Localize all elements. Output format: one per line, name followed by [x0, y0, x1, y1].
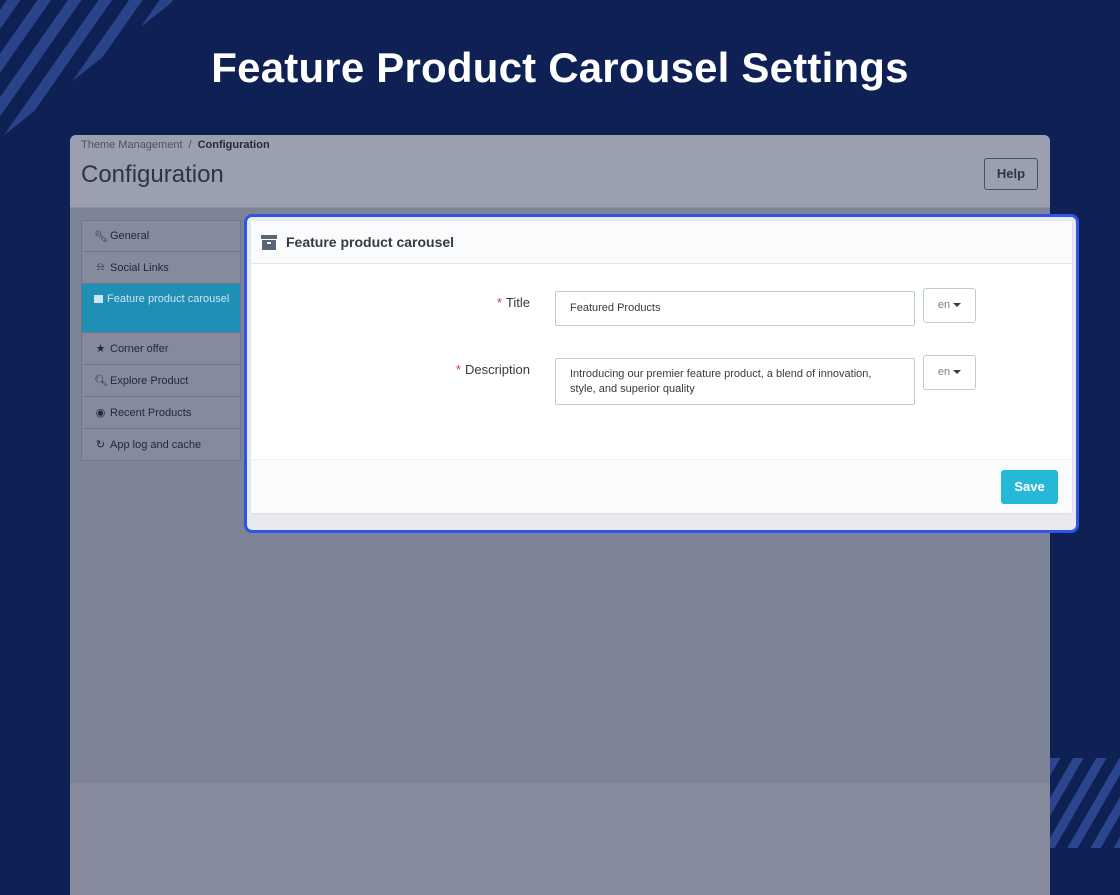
- panel-title: Feature product carousel: [286, 234, 455, 250]
- help-button[interactable]: Help: [984, 158, 1038, 190]
- search-icon: 🔍︎: [94, 375, 108, 387]
- bell-icon: ⍾: [96, 261, 105, 273]
- decorative-stripes-bottom-right: [1050, 758, 1120, 848]
- page-title: Configuration: [81, 161, 224, 188]
- title-language-value: en: [937, 299, 951, 311]
- sidebar-item-label: Recent Products: [110, 406, 192, 419]
- panel-footer: Save: [251, 459, 1072, 513]
- description-language-dropdown[interactable]: en: [923, 355, 976, 390]
- description-language-value: en: [937, 366, 951, 378]
- title-label: * Title: [330, 295, 530, 310]
- title-input[interactable]: Featured Products: [555, 291, 915, 326]
- star-icon: ★: [95, 343, 106, 355]
- sidebar-item-general[interactable]: 🔧︎ General: [81, 220, 241, 252]
- sidebar-item-label: Corner offer: [110, 342, 169, 355]
- caret-down-icon: [953, 303, 962, 308]
- admin-header: Theme Management / Configuration Configura…: [70, 135, 1050, 208]
- breadcrumb: Theme Management / Configuration: [81, 139, 270, 151]
- breadcrumb-parent[interactable]: Theme Management: [81, 139, 183, 151]
- description-label: * Description: [330, 362, 530, 377]
- required-mark: *: [455, 362, 461, 377]
- description-textarea-value: Introducing our premier feature product,…: [570, 368, 872, 395]
- title-input-value: Featured Products: [570, 302, 661, 314]
- sidebar-item-label: App log and cache: [110, 438, 202, 451]
- feature-carousel-panel: Feature product carousel * Title Featured…: [251, 221, 1072, 513]
- breadcrumb-separator: /: [188, 139, 192, 151]
- save-button[interactable]: Save: [1001, 470, 1058, 504]
- title-label-text: Title: [505, 295, 530, 310]
- sidebar-item-feature-product-carousel[interactable]: Feature product carousel: [81, 284, 241, 333]
- eye-icon: ◉: [95, 407, 106, 419]
- sidebar-item-explore-product[interactable]: 🔍︎ Explore Product: [81, 365, 241, 397]
- sidebar-item-label: Feature product carousel: [107, 293, 230, 305]
- sidebar-item-corner-offer[interactable]: ★ Corner offer: [81, 333, 241, 365]
- required-mark: *: [496, 295, 502, 310]
- sidebar-item-recent-products[interactable]: ◉ Recent Products: [81, 397, 241, 429]
- wrench-icon: 🔧︎: [94, 230, 108, 243]
- sidebar-item-active-content: Feature product carousel: [94, 292, 229, 307]
- description-label-text: Description: [464, 362, 530, 377]
- sidebar-item-app-log-and-cache[interactable]: ↻ App log and cache: [81, 429, 241, 461]
- archive-icon: [261, 234, 277, 250]
- sidebar-item-label: Social Links: [110, 261, 169, 274]
- sidebar-item-social-links[interactable]: ⍾ Social Links: [81, 252, 241, 284]
- refresh-icon: ↻: [95, 439, 106, 451]
- description-textarea[interactable]: Introducing our premier feature product,…: [555, 358, 915, 405]
- breadcrumb-current: Configuration: [197, 139, 270, 151]
- sidebar: 🔧︎ General ⍾ Social Links Feature produc…: [81, 220, 241, 461]
- title-language-dropdown[interactable]: en: [923, 288, 976, 323]
- panel-header: Feature product carousel: [251, 221, 1072, 264]
- caret-down-icon: [953, 370, 962, 375]
- admin-footer-area: [70, 783, 1050, 895]
- hero-title: Feature Product Carousel Settings: [211, 44, 909, 91]
- archive-icon: [94, 295, 103, 304]
- sidebar-item-label: Explore Product: [110, 374, 189, 387]
- sidebar-item-label: General: [110, 230, 150, 242]
